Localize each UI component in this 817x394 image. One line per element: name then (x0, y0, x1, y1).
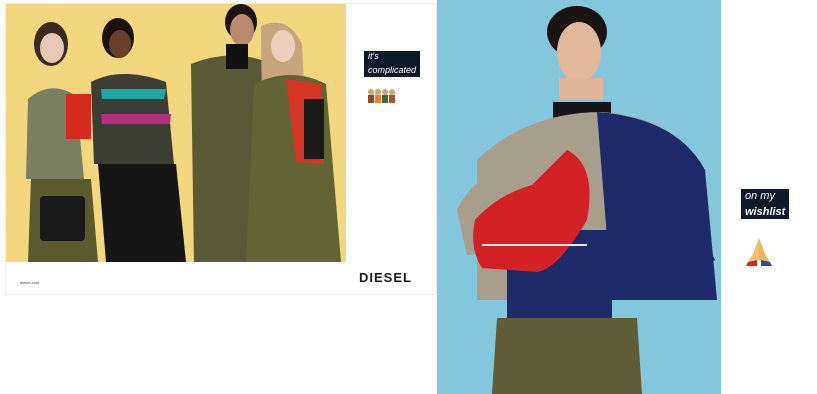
tag-line-1: it's (368, 51, 379, 61)
praying-hands-icon (746, 238, 772, 266)
site-url: diesel.com (20, 280, 40, 285)
model-photo (437, 0, 721, 394)
tag-line-2: wishlist (745, 206, 786, 219)
diesel-ad-left: it's complicated diesel.com DIESEL (6, 4, 436, 294)
brand-logo: DIESEL (359, 270, 412, 285)
tag-line-2: complicated (368, 64, 417, 75)
family-icon (368, 89, 395, 103)
diesel-ad-right (437, 0, 721, 394)
tag-line-1: on my (745, 190, 775, 202)
group-photo (6, 4, 346, 262)
on-my-wishlist-tag: on my wishlist (741, 189, 790, 220)
its-complicated-tag: it's complicated (364, 51, 421, 77)
